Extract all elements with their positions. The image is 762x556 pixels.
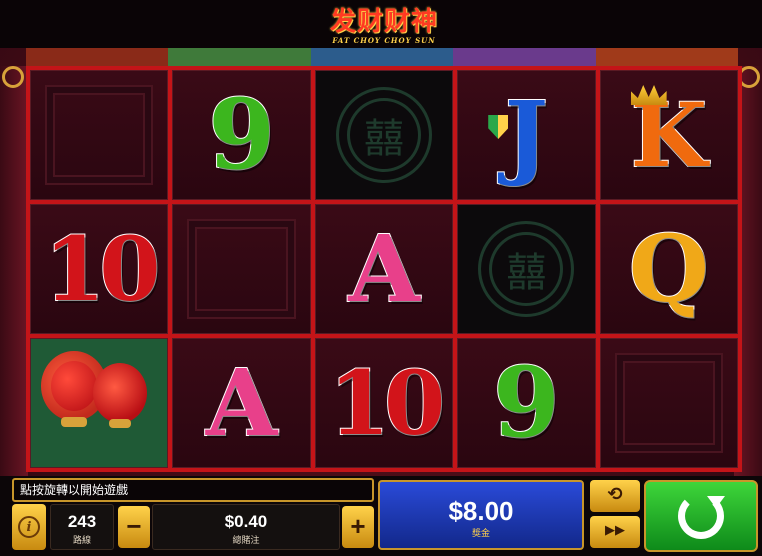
lantern-tassel-icon — [61, 417, 87, 427]
lines-display: 243 路線 — [50, 504, 114, 550]
info-icon: i — [18, 516, 40, 538]
logo-english-title: FAT CHOY CHOY SUN — [332, 36, 436, 45]
reel-cell-king: K — [599, 70, 739, 200]
fast-forward-button[interactable]: ▶▶ — [590, 516, 640, 548]
reel-5: K Q — [599, 70, 739, 468]
info-button[interactable]: i — [12, 504, 46, 550]
symbol-ace: A — [205, 349, 278, 457]
reel-cell-ace: A — [314, 204, 454, 334]
bet-decrease-button[interactable]: − — [118, 506, 150, 548]
lantern-small-icon — [93, 363, 147, 423]
valance-segment — [168, 48, 311, 68]
autoplay-icon: ⟲ — [607, 484, 623, 505]
scroll-ornament-left-icon — [2, 66, 24, 88]
reel-2: 9 A — [172, 70, 311, 468]
symbol-queen: Q — [628, 215, 710, 323]
spin-button[interactable] — [644, 480, 758, 552]
valance-segment — [595, 48, 739, 68]
symbol-nine: 9 — [207, 78, 276, 191]
valance-segment — [26, 48, 169, 68]
symbol-jack: J — [504, 81, 550, 189]
status-message: 點按旋轉以開始遊戲 — [12, 478, 374, 502]
reel-3: 囍 A 10 — [314, 70, 454, 468]
bet-value: $0.40 — [224, 512, 268, 531]
reel-cell-ten: 10 — [314, 338, 454, 468]
symbol-nine: 9 — [492, 346, 561, 459]
reel-grid: 10 9 A 囍 A 10 J 囍 9 K Q — [26, 66, 742, 472]
reel-cell-queen: Q — [599, 204, 739, 334]
logo-chinese-title: 发财财神 — [329, 7, 438, 37]
win-display: $8.00 獎金 — [378, 480, 584, 550]
reel-cell-ten: 10 — [30, 204, 169, 334]
reel-valance — [26, 48, 739, 68]
coin-glyph: 囍 — [506, 250, 547, 296]
reel-cell-coin: 囍 — [457, 204, 596, 334]
win-label: 獎金 — [471, 528, 490, 538]
reel-cell-jack: J — [457, 70, 596, 200]
frame-left-pillar — [0, 66, 28, 476]
game-stage: 发财财神 FAT CHOY CHOY SUN 10 9 A 囍 A 10 J 囍… — [0, 0, 762, 556]
reel-4: J 囍 9 — [457, 70, 596, 468]
reel-1: 10 — [30, 70, 169, 468]
symbol-ace: A — [347, 215, 420, 323]
fast-forward-icon: ▶▶ — [605, 523, 625, 538]
coin-emblem-icon: 囍 — [336, 87, 433, 183]
reel-cell-lantern — [30, 338, 169, 468]
win-value: $8.00 — [448, 496, 514, 526]
symbol-ten: 10 — [328, 351, 447, 455]
coin-emblem-icon: 囍 — [478, 221, 575, 317]
reel-cell-empty — [30, 70, 169, 200]
game-logo: 发财财神 FAT CHOY CHOY SUN — [318, 8, 450, 48]
reel-cell-nine: 9 — [457, 338, 596, 468]
spin-icon — [678, 493, 725, 539]
reel-cell-empty — [172, 204, 311, 334]
bet-display: $0.40 總賭注 — [152, 504, 340, 550]
reel-cell-empty — [599, 338, 739, 468]
coin-glyph: 囍 — [364, 116, 405, 162]
autoplay-button[interactable]: ⟲ — [590, 480, 640, 512]
valance-segment — [453, 48, 596, 68]
lantern-tassel-icon — [109, 419, 131, 428]
reel-cell-nine: 9 — [172, 70, 311, 200]
valance-segment — [310, 48, 454, 68]
lines-value: 243 — [67, 512, 97, 531]
bet-increase-button[interactable]: + — [342, 506, 374, 548]
reel-cell-coin: 囍 — [314, 70, 454, 200]
bet-label: 總賭注 — [232, 535, 260, 545]
reel-cell-ace: A — [172, 338, 311, 468]
symbol-ten: 10 — [43, 217, 162, 321]
lines-label: 路線 — [72, 535, 91, 545]
